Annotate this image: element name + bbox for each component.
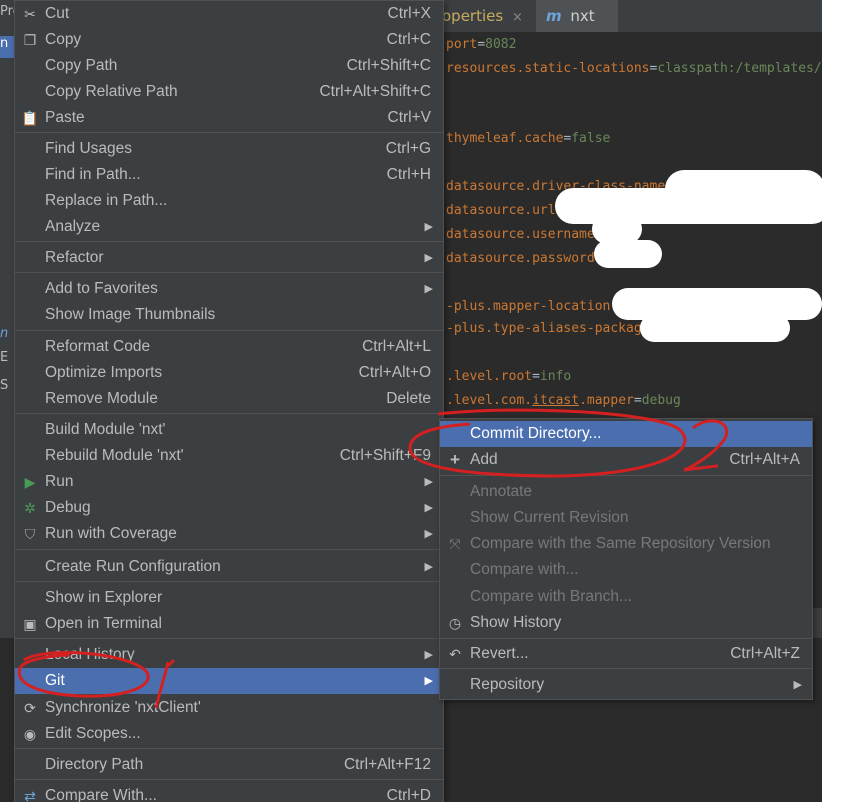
git-item-revert[interactable]: ↶ Revert... Ctrl+Alt+Z xyxy=(440,641,812,667)
project-context-menu: ✂ Cut Ctrl+X ❐ Copy Ctrl+C Copy Path Ctrl+Shi… xyxy=(14,0,444,802)
close-icon[interactable]: × xyxy=(512,10,523,25)
menu-separator xyxy=(15,272,443,273)
submenu-arrow-icon: ▶ xyxy=(424,283,433,295)
submenu-arrow-icon: ▶ xyxy=(424,252,433,264)
menu-item-rebuild-module[interactable]: Rebuild Module 'nxt' Ctrl+Shift+F9 xyxy=(15,443,443,469)
coverage-icon: ⛉ xyxy=(24,526,36,542)
code-line: datasource.password xyxy=(446,251,595,266)
compare-icon: ⇄ xyxy=(24,788,36,802)
tab-properties[interactable]: operties × xyxy=(432,0,536,32)
menu-item-show-image-thumbnails[interactable]: Show Image Thumbnails xyxy=(15,302,443,328)
menu-item-copy-path[interactable]: Copy Path Ctrl+Shift+C xyxy=(15,53,443,79)
menu-item-show-in-explorer[interactable]: Show in Explorer xyxy=(15,585,443,611)
git-item-commit-directory[interactable]: Commit Directory... xyxy=(440,421,812,447)
menu-item-run-with-coverage[interactable]: ⛉ Run with Coverage ▶ xyxy=(15,521,443,547)
git-item-add[interactable]: + Add Ctrl+Alt+A xyxy=(440,447,812,473)
code-line: -plus.type-aliases-package xyxy=(446,321,650,336)
menu-item-replace-in-path[interactable]: Replace in Path... xyxy=(15,188,443,214)
sync-icon: ⟳ xyxy=(24,700,36,716)
revert-icon: ↶ xyxy=(449,646,461,662)
code-line: datasource.url xyxy=(446,203,556,218)
code-line: .level.com.itcast.mapper=debug xyxy=(446,393,681,408)
menu-separator xyxy=(15,330,443,331)
menu-separator xyxy=(15,413,443,414)
menu-item-analyze[interactable]: Analyze ▶ xyxy=(15,214,443,240)
menu-item-optimize-imports[interactable]: Optimize Imports Ctrl+Alt+O xyxy=(15,360,443,386)
menu-item-local-history[interactable]: Local History ▶ xyxy=(15,642,443,668)
menu-item-run[interactable]: ▶ Run ▶ xyxy=(15,469,443,495)
submenu-arrow-icon: ▶ xyxy=(424,221,433,233)
git-item-repository[interactable]: Repository ▶ xyxy=(440,672,812,698)
menu-separator xyxy=(15,132,443,133)
menu-separator xyxy=(15,581,443,582)
code-line: datasource.username xyxy=(446,227,595,242)
menu-separator xyxy=(440,475,812,476)
submenu-arrow-icon: ▶ xyxy=(424,528,433,540)
run-icon: ▶ xyxy=(24,474,36,490)
menu-item-copy-relative-path[interactable]: Copy Relative Path Ctrl+Alt+Shift+C xyxy=(15,79,443,105)
menu-item-directory-path[interactable]: Directory Path Ctrl+Alt+F12 xyxy=(15,752,443,778)
menu-item-git[interactable]: Git ▶ xyxy=(15,668,443,694)
menu-item-cut[interactable]: ✂ Cut Ctrl+X xyxy=(15,1,443,27)
compare-arrows-icon: ⤧ xyxy=(449,536,461,552)
scissors-icon: ✂ xyxy=(24,6,36,22)
clock-icon: ◷ xyxy=(448,615,462,631)
menu-item-copy[interactable]: ❐ Copy Ctrl+C xyxy=(15,27,443,53)
submenu-arrow-icon: ▶ xyxy=(424,502,433,514)
git-item-annotate[interactable]: Annotate xyxy=(440,479,812,505)
scope-icon: ◉ xyxy=(23,726,37,742)
tab-nxt-label: nxt xyxy=(570,7,595,25)
menu-item-add-to-favorites[interactable]: Add to Favorites ▶ xyxy=(15,276,443,302)
terminal-icon: ▣ xyxy=(23,616,37,632)
submenu-arrow-icon: ▶ xyxy=(424,476,433,488)
menu-separator xyxy=(15,549,443,550)
menu-separator xyxy=(15,638,443,639)
maven-icon: m xyxy=(546,7,562,25)
menu-item-refactor[interactable]: Refactor ▶ xyxy=(15,245,443,271)
menu-item-edit-scopes[interactable]: ◉ Edit Scopes... xyxy=(15,721,443,747)
submenu-arrow-icon: ▶ xyxy=(424,561,433,573)
submenu-arrow-icon: ▶ xyxy=(424,675,433,687)
tab-nxt[interactable]: m nxt × xyxy=(536,0,618,57)
clipboard-icon: 📋 xyxy=(21,110,39,126)
menu-item-compare-with[interactable]: ⇄ Compare With... Ctrl+D xyxy=(15,783,443,802)
code-line: resources.static-locations=classpath:/te… xyxy=(446,61,822,76)
code-line: port=8082 xyxy=(446,37,517,52)
code-line: -plus.mapper-location xyxy=(446,299,611,314)
git-item-compare-same-repo[interactable]: ⤧ Compare with the Same Repository Versio… xyxy=(440,531,812,557)
submenu-arrow-icon: ▶ xyxy=(793,679,802,691)
menu-item-synchronize[interactable]: ⟳ Synchronize 'nxtClient' xyxy=(15,695,443,721)
git-item-show-current-revision[interactable]: Show Current Revision xyxy=(440,505,812,531)
menu-item-reformat-code[interactable]: Reformat Code Ctrl+Alt+L xyxy=(15,334,443,360)
git-item-compare-with-branch[interactable]: Compare with Branch... xyxy=(440,584,812,610)
menu-separator xyxy=(15,779,443,780)
git-item-show-history[interactable]: ◷ Show History xyxy=(440,610,812,636)
menu-separator xyxy=(440,668,812,669)
menu-separator xyxy=(440,638,812,639)
menu-item-debug[interactable]: ✲ Debug ▶ xyxy=(15,495,443,521)
redaction-mark xyxy=(594,240,662,268)
git-submenu: Commit Directory... + Add Ctrl+Alt+A Annot… xyxy=(439,418,813,700)
menu-item-create-run-configuration[interactable]: Create Run Configuration ▶ xyxy=(15,554,443,580)
code-line: .level.root=info xyxy=(446,369,572,384)
menu-item-find-in-path[interactable]: Find in Path... Ctrl+H xyxy=(15,162,443,188)
debug-icon: ✲ xyxy=(24,500,36,516)
menu-separator xyxy=(15,241,443,242)
git-item-compare-with[interactable]: Compare with... xyxy=(440,557,812,583)
submenu-arrow-icon: ▶ xyxy=(424,649,433,661)
menu-item-open-in-terminal[interactable]: ▣ Open in Terminal xyxy=(15,611,443,637)
code-line: thymeleaf.cache=false xyxy=(446,131,611,146)
menu-separator xyxy=(15,748,443,749)
menu-item-find-usages[interactable]: Find Usages Ctrl+G xyxy=(15,136,443,162)
menu-item-paste[interactable]: 📋 Paste Ctrl+V xyxy=(15,105,443,131)
ide-window: operties × m nxt × Pro n n E S t L 20 16… xyxy=(0,0,822,802)
tab-properties-label: operties xyxy=(442,7,504,25)
redaction-mark xyxy=(640,314,790,342)
menu-item-build-module[interactable]: Build Module 'nxt' xyxy=(15,417,443,443)
copy-icon: ❐ xyxy=(23,32,37,48)
plus-icon: + xyxy=(450,450,460,469)
menu-item-remove-module[interactable]: Remove Module Delete xyxy=(15,386,443,412)
